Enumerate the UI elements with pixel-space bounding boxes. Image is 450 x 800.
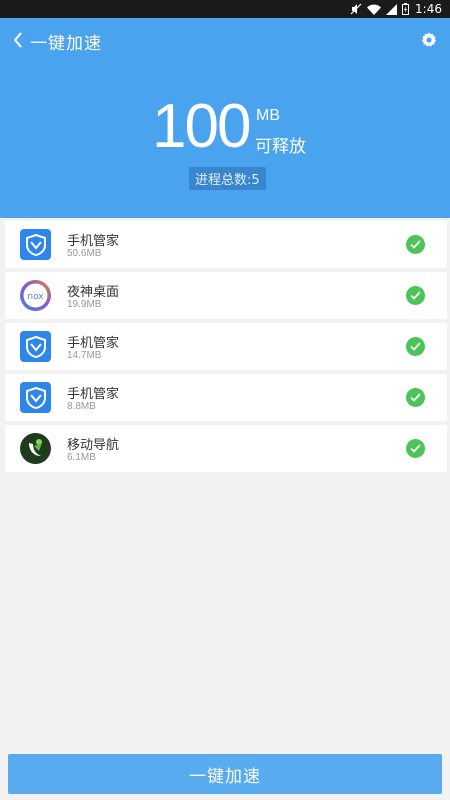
app-size: 8.8MB [67, 401, 96, 412]
app-name: 夜神桌面 [67, 285, 120, 300]
battery-icon [402, 3, 410, 15]
check-icon[interactable] [406, 286, 425, 305]
check-icon[interactable] [406, 235, 425, 254]
settings-button[interactable] [420, 31, 438, 49]
svg-text:nox: nox [27, 292, 44, 302]
status-bar: 1:46 [0, 0, 450, 18]
page-title: 一键加速 [30, 34, 102, 54]
app-size: 19.9MB [67, 299, 102, 310]
chevron-left-icon [13, 32, 22, 48]
top-bar: 一键加速 [0, 18, 450, 62]
list-item[interactable]: 手机管家 8.8MB [5, 374, 447, 421]
app-list: 手机管家 50.6MB nox 夜神桌面 19.9MB 手机管家 14.7MB … [5, 221, 447, 476]
app-name: 移动导航 [67, 438, 120, 453]
app-size: 14.7MB [67, 350, 102, 361]
list-item[interactable]: nox 夜神桌面 19.9MB [5, 272, 447, 319]
gear-icon [421, 32, 437, 47]
list-item[interactable]: 移动导航 6.1MB [5, 425, 447, 472]
tencent-shield-icon [20, 382, 51, 413]
list-item[interactable]: 手机管家 50.6MB [5, 221, 447, 268]
check-icon[interactable] [406, 439, 425, 458]
list-item[interactable]: 手机管家 14.7MB [5, 323, 447, 370]
wifi-icon [367, 4, 382, 15]
nox-icon: nox [20, 280, 51, 311]
tencent-shield-icon [20, 229, 51, 260]
tencent-shield-icon [20, 331, 51, 362]
back-button[interactable] [10, 30, 26, 50]
app-name: 手机管家 [67, 387, 120, 402]
app-name: 手机管家 [67, 234, 120, 249]
releasable-label: 可释放 [255, 137, 306, 157]
app-name: 手机管家 [67, 336, 120, 351]
signal-icon [386, 3, 398, 15]
check-icon[interactable] [406, 337, 425, 356]
speed-up-button[interactable]: 一键加速 [8, 754, 442, 794]
app-size: 6.1MB [67, 452, 96, 463]
check-icon[interactable] [406, 388, 425, 407]
clock: 1:46 [415, 2, 442, 16]
navigation-icon [20, 433, 51, 464]
process-count-badge: 进程总数:5 [189, 167, 266, 190]
amount-unit: MB [256, 107, 280, 124]
releasable-amount: 100 [152, 92, 251, 161]
mute-icon [350, 3, 362, 15]
app-size: 50.6MB [67, 248, 102, 259]
header: 一键加速 100 MB 可释放 进程总数:5 [0, 18, 450, 218]
